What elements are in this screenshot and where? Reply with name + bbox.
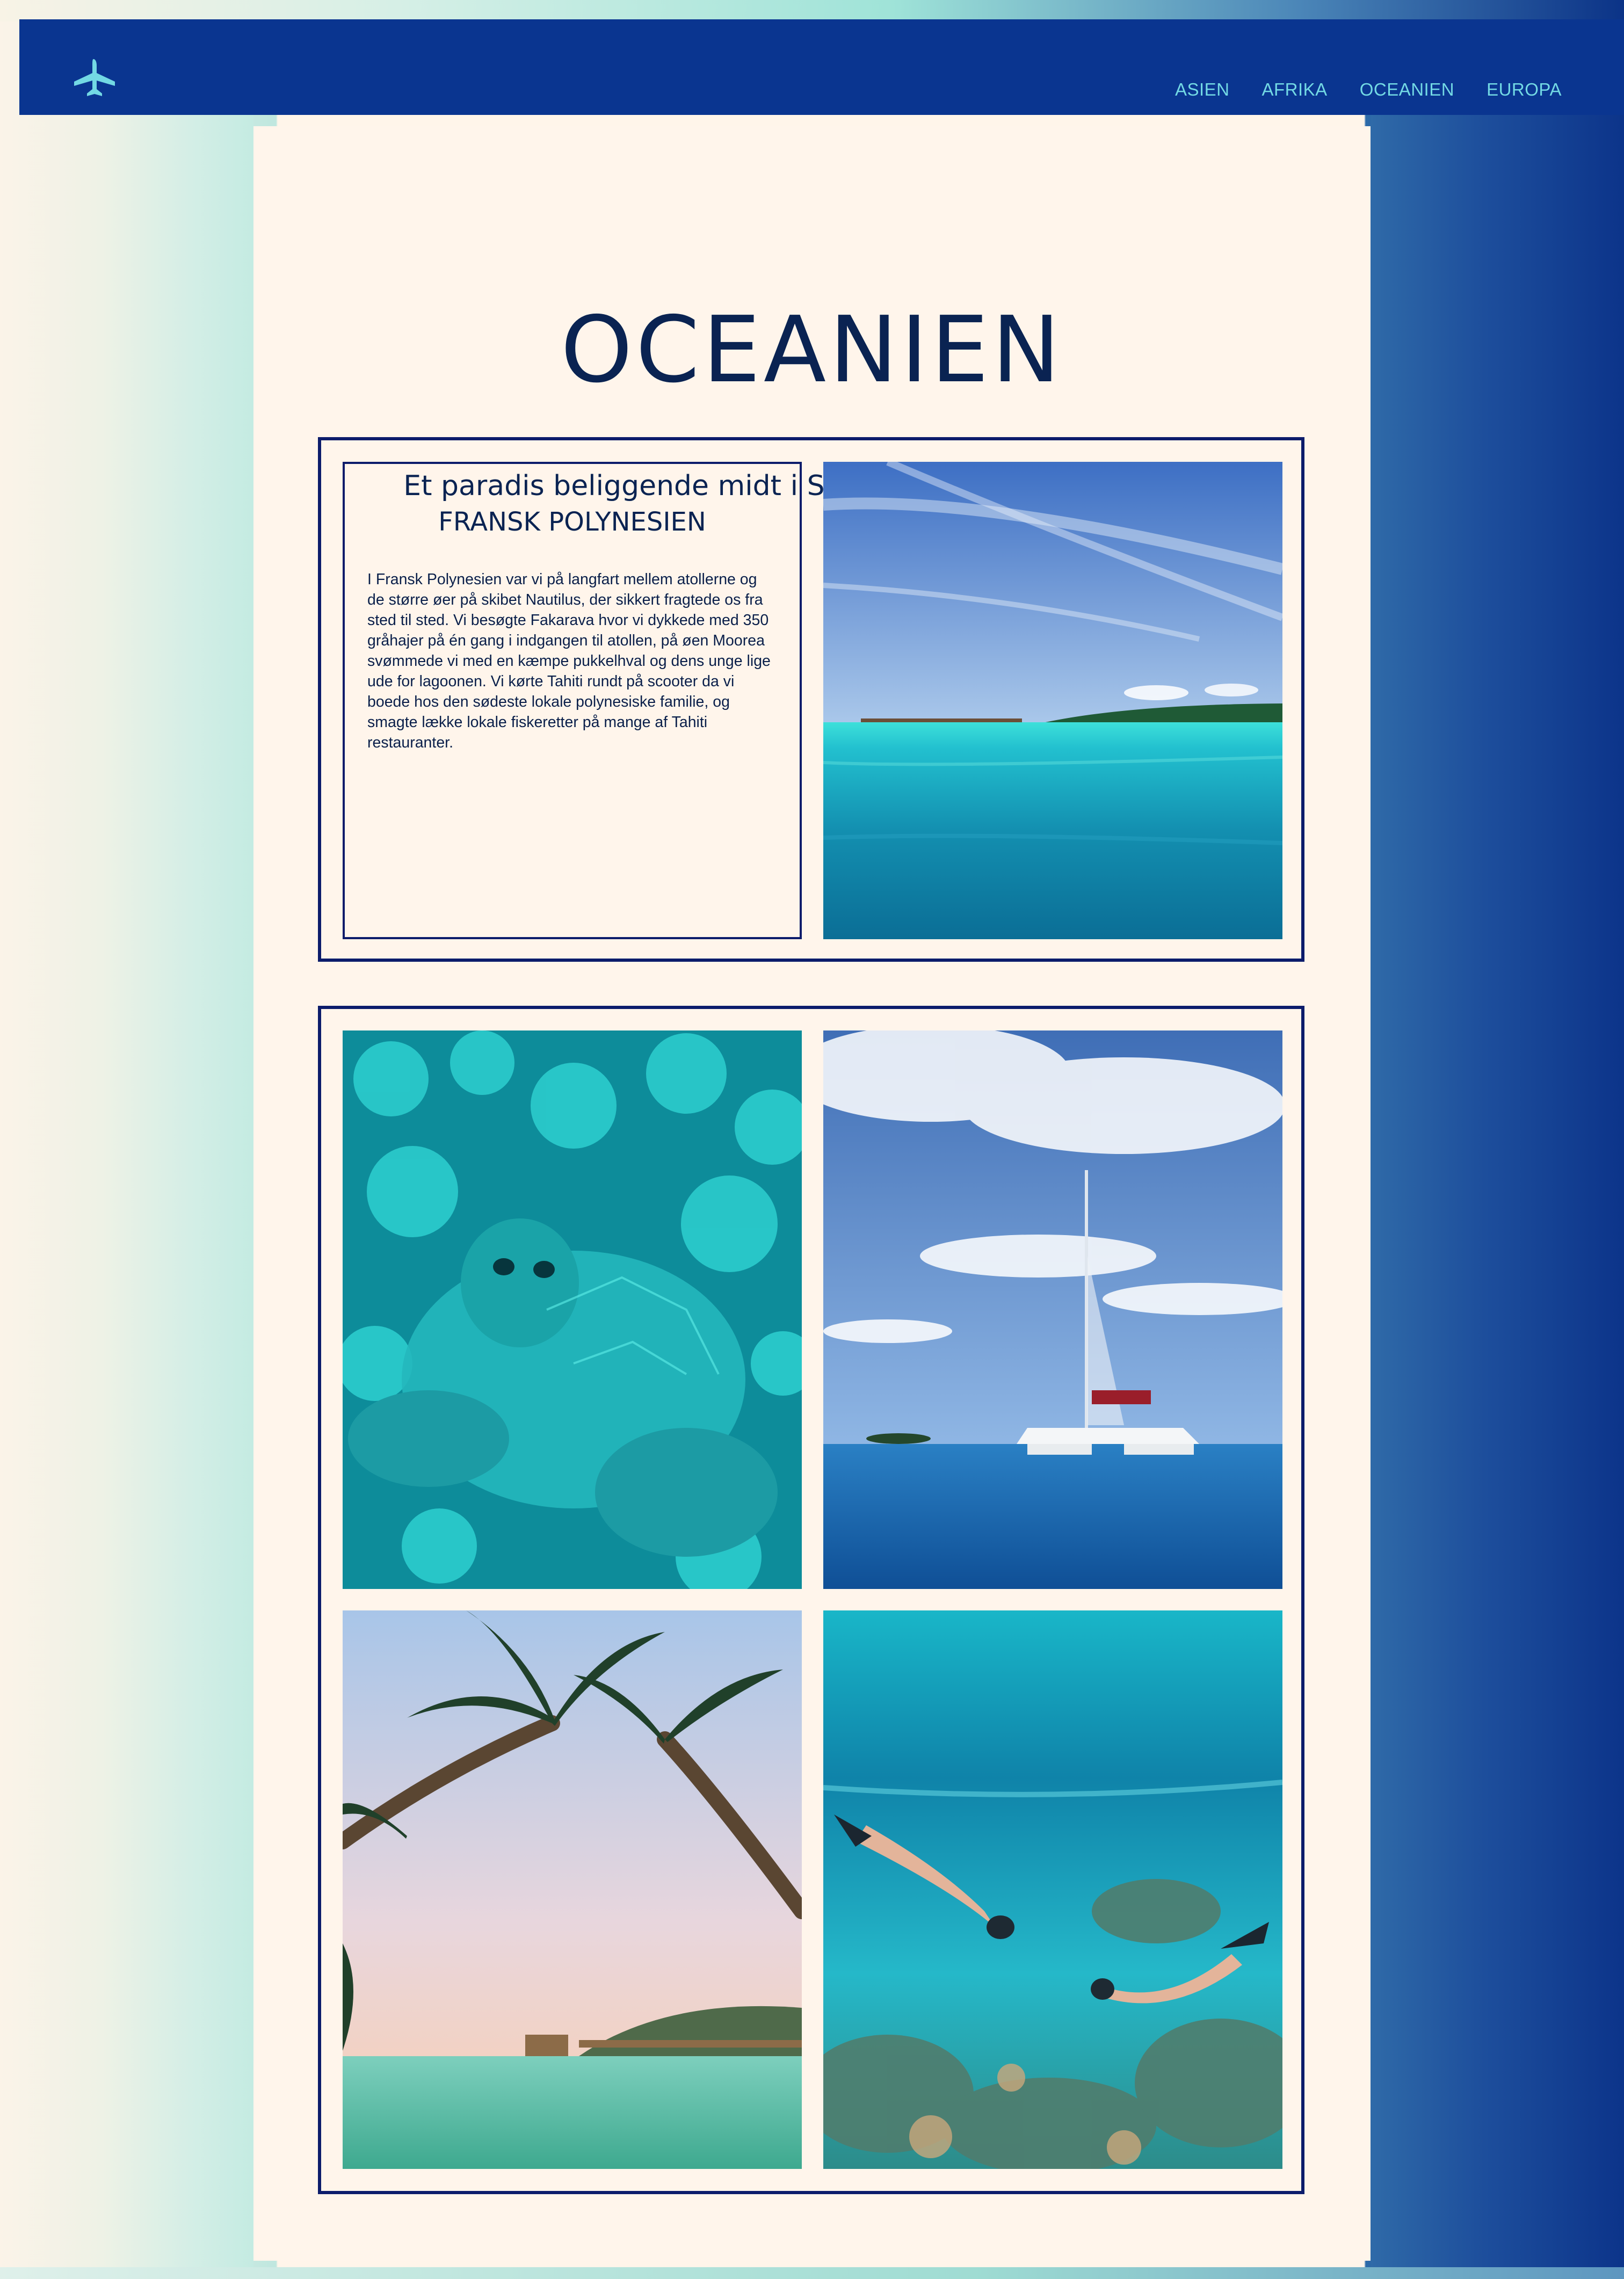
catamaran-photo (823, 1030, 1282, 1589)
gallery-section (318, 1006, 1304, 2194)
navbar: ASIEN AFRIKA OCEANIEN EUROPA (19, 19, 1624, 115)
nav-link-afrika[interactable]: AFRIKA (1262, 79, 1328, 100)
intro-section: FRANSK POLYNESIEN I Fransk Polynesien va… (318, 437, 1304, 962)
snorkeling-photo (823, 1610, 1282, 2169)
section-heading: FRANSK POLYNESIEN (438, 507, 706, 537)
content-panel: OCEANIEN Et paradis beliggende midt i St… (253, 126, 1371, 2261)
section-body-text: I Fransk Polynesien var vi på langfart m… (367, 571, 771, 751)
lagoon-photo (823, 462, 1282, 939)
nav-link-europa[interactable]: EUROPA (1487, 79, 1562, 100)
top-gradient-strip (0, 0, 1624, 21)
right-background-gradient (1371, 0, 1624, 2279)
airplane-icon[interactable] (72, 58, 117, 97)
turtle-photo (343, 1030, 802, 1589)
bottom-gradient-strip (0, 2267, 1624, 2279)
left-background-gradient (0, 0, 253, 2279)
nav-link-asien[interactable]: ASIEN (1175, 79, 1230, 100)
text-card: FRANSK POLYNESIEN I Fransk Polynesien va… (343, 462, 802, 939)
main-nav: ASIEN AFRIKA OCEANIEN EUROPA (1175, 79, 1562, 100)
palm-beach-photo (343, 1610, 802, 2169)
nav-link-oceanien[interactable]: OCEANIEN (1360, 79, 1454, 100)
page-title: OCEANIEN (560, 297, 1064, 403)
